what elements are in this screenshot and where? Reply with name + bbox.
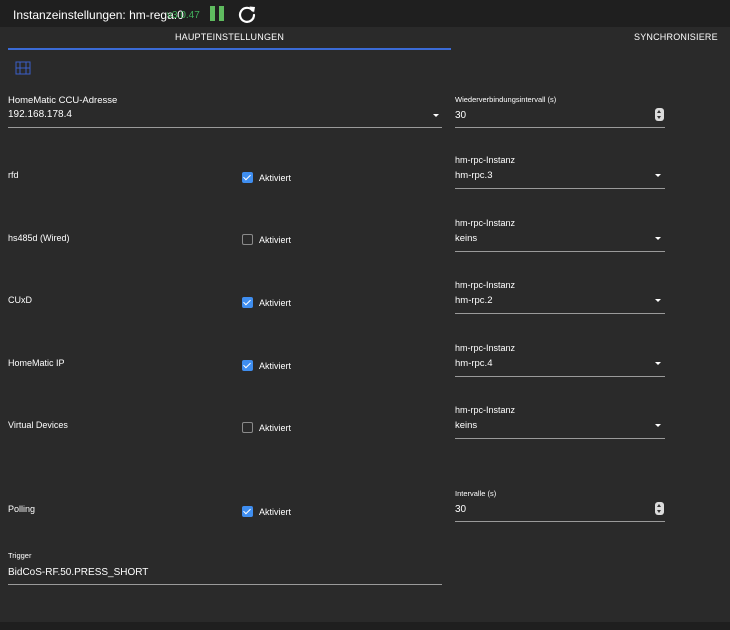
instance-underline-cuxd [455,313,665,314]
window-title: Instanzeinstellungen: hm-rega.0 [13,8,184,22]
instance-label-virtual-devices: hm-rpc-Instanz [455,405,516,415]
instance-select-rfd[interactable]: hm-rpc.3 [455,170,492,181]
instance-underline-rfd [455,188,665,189]
instance-underline-homematic-ip [455,376,665,377]
interface-label-hs485d: hs485d (Wired) [8,233,70,243]
active-tab-indicator [8,48,451,50]
version-label: v3.0.47 [167,10,200,21]
interface-label-homematic-ip: HomeMatic IP [8,358,65,368]
pause-icon[interactable] [210,6,224,21]
instance-chevron-down-icon-cuxd[interactable] [655,299,661,302]
instance-label-rfd: hm-rpc-Instanz [455,155,516,165]
trigger-underline [8,584,442,585]
checkbox-virtual-devices[interactable] [242,422,253,433]
instance-label-homematic-ip: hm-rpc-Instanz [455,343,516,353]
instance-label-hs485d: hm-rpc-Instanz [455,218,516,228]
instance-label-cuxd: hm-rpc-Instanz [455,280,516,290]
ccu-address-label: HomeMatic CCU-Adresse [8,95,118,106]
instance-select-homematic-ip[interactable]: hm-rpc.4 [455,358,492,369]
checkbox-polling[interactable] [242,506,253,517]
checkbox-label-virtual-devices: Aktiviert [259,423,292,433]
instance-chevron-down-icon-virtual-devices[interactable] [655,424,661,427]
homematic-logo-icon [15,61,31,75]
interface-label-rfd: rfd [8,170,19,180]
checkbox-label-rfd: Aktiviert [259,173,292,183]
checkbox-homematic-ip[interactable] [242,360,253,371]
reload-icon[interactable] [237,4,257,24]
checkbox-cuxd[interactable] [242,297,253,308]
checkbox-label-polling: Aktiviert [259,507,292,517]
checkbox-hs485d[interactable] [242,234,253,245]
polling-interval-stepper[interactable] [655,502,664,515]
tab-synchronisiere[interactable]: SYNCHRONISIERE [634,32,718,42]
ccu-address-select[interactable]: 192.168.178.4 [8,109,72,120]
interface-label-cuxd: CUxD [8,295,32,305]
instance-select-hs485d[interactable]: keins [455,233,477,244]
instance-chevron-down-icon-homematic-ip[interactable] [655,362,661,365]
polling-interval-label: Intervalle (s) [455,489,497,498]
instance-underline-virtual-devices [455,438,665,439]
polling-interval-underline [455,521,665,522]
tab-haupteinstellungen[interactable]: HAUPTEINSTELLUNGEN [8,32,451,42]
polling-label: Polling [8,504,36,514]
instance-underline-hs485d [455,251,665,252]
checkbox-label-homematic-ip: Aktiviert [259,361,292,371]
instance-select-virtual-devices[interactable]: keins [455,420,477,431]
instance-chevron-down-icon-rfd[interactable] [655,174,661,177]
trigger-input[interactable]: BidCoS-RF.50.PRESS_SHORT [8,567,148,578]
trigger-label: Trigger [8,551,32,560]
reconnect-interval-input[interactable]: 30 [455,110,466,121]
instance-chevron-down-icon-hs485d[interactable] [655,237,661,240]
reconnect-interval-label: Wiederverbindungsintervall (s) [455,95,557,104]
checkbox-label-hs485d: Aktiviert [259,235,292,245]
interface-label-virtual-devices: Virtual Devices [8,420,68,430]
ccu-address-chevron-down-icon[interactable] [433,114,439,117]
title-bar: Instanzeinstellungen: hm-rega.0 v3.0.47 [0,0,730,27]
checkbox-rfd[interactable] [242,172,253,183]
reconnect-interval-underline [455,127,665,128]
bottom-bar [0,622,730,630]
reconnect-interval-stepper[interactable] [655,108,664,121]
ccu-address-underline [8,127,442,128]
polling-interval-input[interactable]: 30 [455,504,466,515]
checkbox-label-cuxd: Aktiviert [259,298,292,308]
instance-select-cuxd[interactable]: hm-rpc.2 [455,295,492,306]
